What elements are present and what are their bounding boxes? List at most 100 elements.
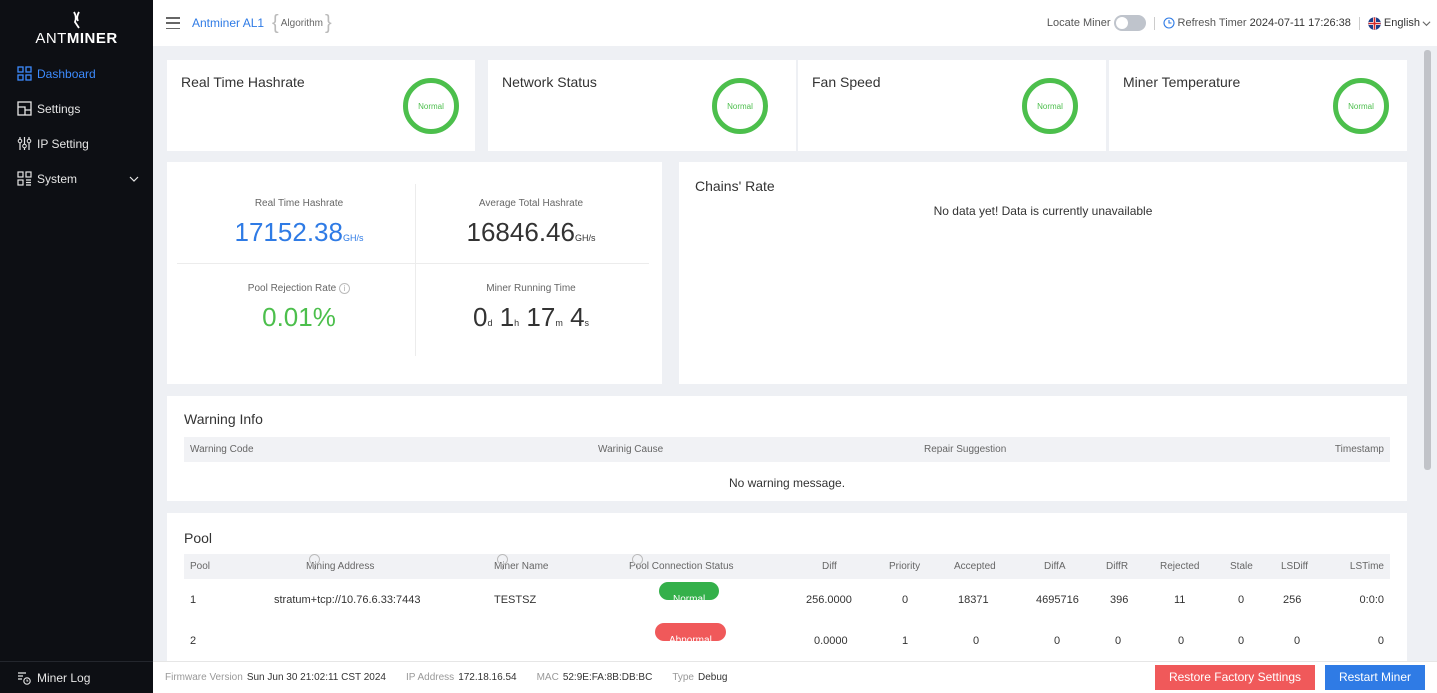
firmware-value: Sun Jun 30 21:02:11 CST 2024	[246, 672, 386, 683]
pool-title: Pool	[184, 530, 213, 546]
sidebar-item-label: Settings	[37, 101, 81, 116]
sidebar-item-label: System	[37, 171, 78, 186]
column-header: Warning Code	[190, 444, 254, 455]
clock-icon	[1162, 17, 1175, 29]
lsdiff-value: 0	[1294, 635, 1301, 647]
rejected-value: 0	[1178, 635, 1185, 647]
stale-value: 0	[1238, 594, 1245, 606]
status-ring: Normal	[712, 78, 768, 134]
status-ring-label: Normal	[727, 101, 753, 111]
locate-miner-label: Locate Miner	[1046, 17, 1111, 29]
top-header: Antminer AL1 {Algorithm} Locate Miner Re…	[153, 0, 1437, 46]
sidebar-item-dashboard[interactable]: Dashboard	[0, 56, 153, 91]
status-ring: Normal	[1333, 78, 1389, 134]
pool-index: 2	[190, 635, 197, 647]
column-header: Accepted	[954, 561, 996, 572]
status-card-title: Miner Temperature	[1123, 74, 1241, 90]
ip-value: 172.18.16.54	[458, 672, 517, 683]
restart-miner-button[interactable]: Restart Miner	[1324, 665, 1425, 690]
type-label: Type	[672, 672, 694, 683]
mining-address: stratum+tcp://10.76.6.33:7443	[274, 594, 421, 606]
diffr-value: 396	[1110, 594, 1129, 606]
status-card-network: Network Status Normal	[488, 60, 796, 151]
column-header: Diff	[822, 561, 837, 572]
column-header: LSTime	[1349, 561, 1384, 572]
info-icon[interactable]: i	[339, 283, 351, 294]
logo-text-light: ANT	[35, 30, 67, 47]
stat-label: Miner Running Time	[486, 283, 576, 294]
status-ring: Normal	[403, 78, 459, 134]
column-header: Repair Suggestion	[924, 444, 1007, 455]
status-ring-label: Normal	[1348, 101, 1374, 111]
priority-value: 0	[902, 594, 909, 606]
realtime-hashrate-value: 17152.38GH/s	[234, 217, 364, 247]
status-footer: Firmware Version Sun Jun 30 21:02:11 CST…	[153, 661, 1437, 693]
header-controls: Locate Miner Refresh Timer 2024-07-11 17…	[1047, 0, 1437, 46]
pool-rejection-stat: Pool Rejection Rate i 0.01%	[189, 283, 409, 333]
chevron-down-icon	[129, 176, 139, 182]
accepted-value: 0	[973, 635, 980, 647]
column-header: DiffR	[1106, 561, 1129, 572]
running-time-stat: Miner Running Time 0d 1h 17m 4s	[421, 283, 641, 333]
column-header: Stale	[1230, 561, 1253, 572]
status-ring-label: Normal	[1037, 101, 1063, 111]
warning-table-header: Warning Code Warinig Cause Repair Sugges…	[184, 437, 1390, 462]
system-icon	[17, 171, 32, 186]
uk-flag-icon	[1368, 16, 1381, 30]
chains-rate-title: Chains' Rate	[695, 178, 775, 194]
column-header: Pool	[190, 561, 211, 572]
language-selector[interactable]: English	[1384, 17, 1420, 29]
info-icon[interactable]: i	[309, 554, 320, 572]
column-header: LSDiff	[1281, 561, 1309, 572]
status-card-title: Fan Speed	[812, 74, 881, 90]
status-card-title: Real Time Hashrate	[181, 74, 305, 90]
ip-setting-icon	[17, 137, 32, 150]
locate-miner-toggle[interactable]	[1113, 15, 1146, 31]
restore-factory-button[interactable]: Restore Factory Settings	[1154, 665, 1315, 690]
column-header: DiffA	[1044, 561, 1066, 572]
hashrate-summary-card: Real Time Hashrate 17152.38GH/s Average …	[167, 162, 662, 384]
accepted-value: 18371	[958, 594, 989, 606]
algorithm-tag: {Algorithm}	[272, 12, 332, 34]
warning-info-title: Warning Info	[184, 411, 263, 427]
status-badge: Normal	[659, 582, 720, 605]
status-badge: Abnormal	[655, 623, 726, 646]
miner-model-breadcrumb[interactable]: Antminer AL1	[192, 16, 264, 30]
sidebar-item-label: Dashboard	[37, 66, 96, 81]
log-icon	[18, 671, 31, 685]
diff-value: 256.0000	[806, 594, 852, 606]
sidebar-item-system[interactable]: System	[0, 161, 153, 196]
pool-index: 1	[190, 594, 197, 606]
scrollbar-thumb[interactable]	[1424, 50, 1431, 470]
priority-value: 1	[902, 635, 909, 647]
rejected-value: 11	[1174, 594, 1186, 606]
info-icon[interactable]: i	[497, 554, 508, 572]
miner-log-link[interactable]: Miner Log	[0, 661, 153, 693]
page-scrollbar[interactable]	[1423, 46, 1431, 658]
sidebar-item-label: IP Setting	[37, 136, 89, 151]
diffr-value: 0	[1115, 635, 1122, 647]
status-ring: Normal	[1022, 78, 1078, 134]
divider	[1358, 16, 1360, 30]
divider	[1153, 16, 1155, 30]
status-card-title: Network Status	[502, 74, 597, 90]
sidebar-item-ip-setting[interactable]: IP Setting	[0, 126, 153, 161]
sidebar-item-settings[interactable]: Settings	[0, 91, 153, 126]
miner-log-label: Miner Log	[37, 670, 91, 685]
realtime-hashrate-stat: Real Time Hashrate 17152.38GH/s	[189, 198, 409, 248]
column-header: Warinig Cause	[598, 444, 664, 455]
ip-label: IP Address	[406, 672, 455, 683]
stat-label: Real Time Hashrate	[254, 198, 344, 209]
table-row: 1 stratum+tcp://10.76.6.33:7443 TESTSZ N…	[184, 582, 1390, 618]
stat-label: Pool Rejection Rate i	[189, 283, 409, 294]
stale-value: 0	[1238, 635, 1245, 647]
stat-label: Average Total Hashrate	[478, 198, 584, 209]
column-header: Priority	[889, 561, 921, 572]
menu-toggle-icon[interactable]	[166, 17, 180, 29]
info-icon[interactable]: i	[632, 554, 643, 572]
firmware-label: Firmware Version	[165, 672, 243, 683]
ant-logo-icon	[72, 11, 80, 29]
diffa-value: 0	[1054, 635, 1061, 647]
dashboard-icon	[17, 66, 32, 81]
refresh-time-value: 2024-07-11 17:26:38	[1249, 17, 1351, 29]
